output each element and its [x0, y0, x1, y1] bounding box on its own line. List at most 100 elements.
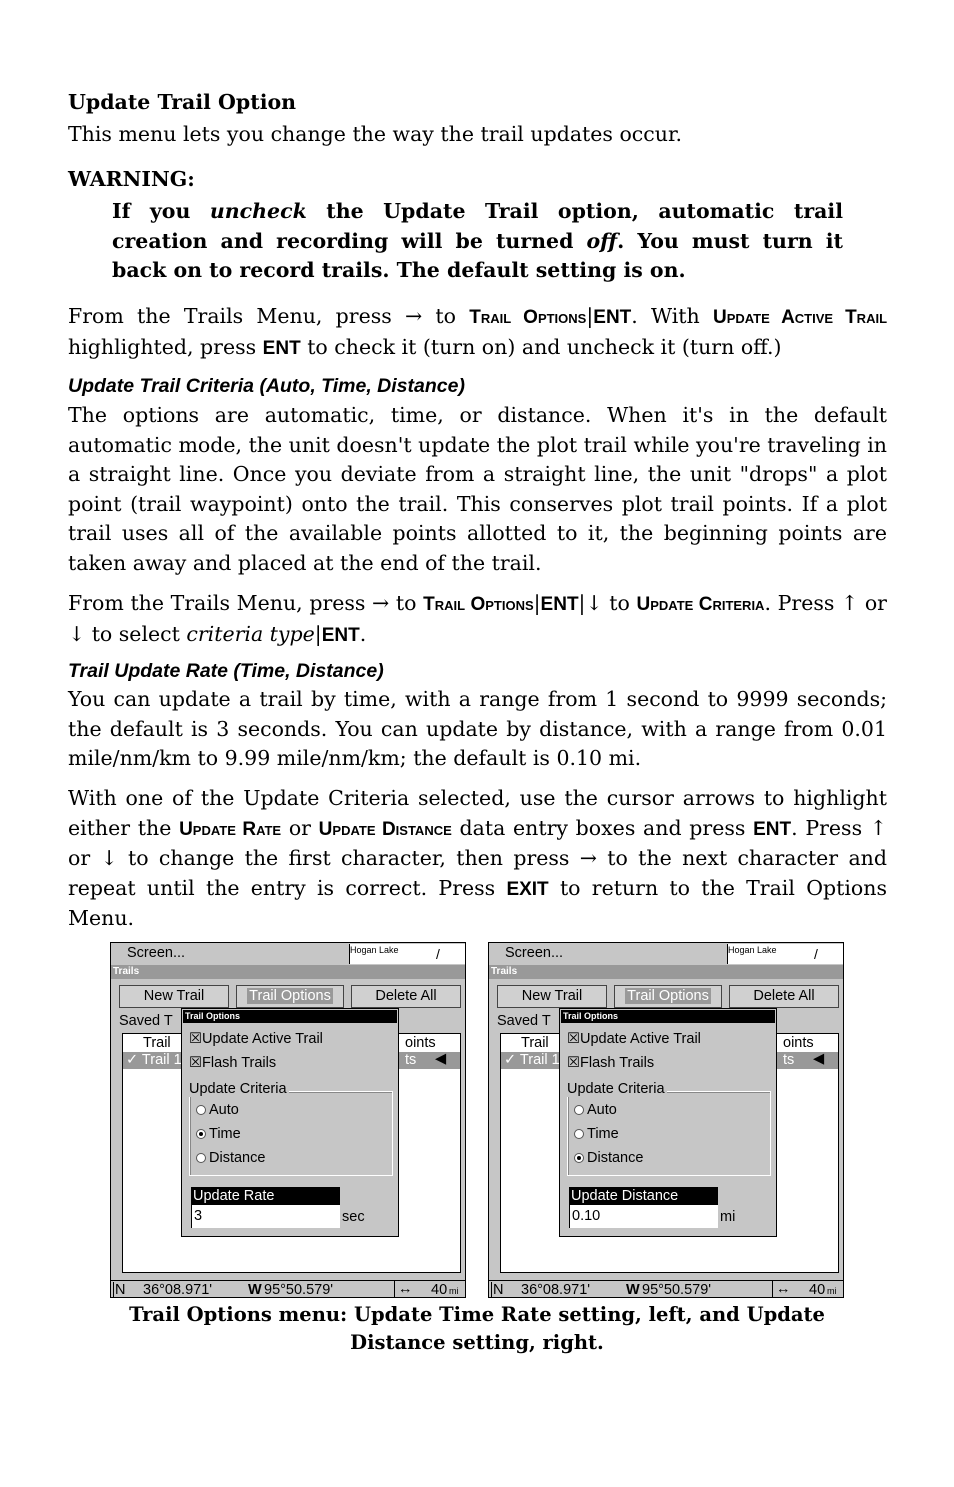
- radio-label: Time: [209, 1126, 241, 1142]
- list-item-points: ts: [783, 1052, 795, 1068]
- update-value-input[interactable]: 3: [191, 1205, 340, 1228]
- map-label: Hogan Lake: [350, 945, 399, 955]
- text: to check it (turn on) and uncheck it (tu…: [300, 334, 782, 359]
- key-ref: ENT: [753, 818, 792, 840]
- figure-caption: Trail Options menu: Update Time Rate set…: [129, 1303, 825, 1354]
- key-ref: ENT: [593, 307, 632, 328]
- checkbox-label: Update Active Trail: [580, 1031, 701, 1047]
- text-emphasis: criteria type: [186, 621, 315, 646]
- key-ref: ENT: [321, 624, 360, 646]
- text: or: [281, 815, 319, 840]
- text: .: [359, 621, 367, 646]
- update-value-input[interactable]: 0.10: [569, 1205, 718, 1228]
- menu-ref: Trail Options: [469, 307, 587, 328]
- checkbox-label: Update Active Trail: [202, 1031, 323, 1047]
- checkbox-checked-icon: ☒: [189, 1055, 202, 1071]
- radio-label: Distance: [209, 1150, 266, 1166]
- screen-menu-label: Screen...: [127, 945, 186, 961]
- update-active-trail-checkbox[interactable]: ☒Update Active Trail: [567, 1031, 701, 1047]
- key-ref: ENT: [262, 337, 301, 359]
- trail-options-label: Trail Options: [625, 988, 711, 1004]
- text: . With: [631, 304, 713, 328]
- trail-options-button[interactable]: Trail Options: [614, 985, 722, 1008]
- separator: |: [533, 591, 541, 615]
- trail-options-popup: Trail Options ☒Update Active Trail ☒Flas…: [559, 1008, 777, 1237]
- arrow-left-icon: ◀: [813, 1051, 825, 1067]
- radio-distance[interactable]: Distance: [196, 1149, 265, 1167]
- map-line-icon: /: [814, 946, 818, 962]
- list-item[interactable]: Trail: [521, 1035, 549, 1051]
- flash-trails-checkbox[interactable]: ☒Flash Trails: [189, 1055, 276, 1071]
- trails-title-bar: Trails: [111, 965, 465, 979]
- longitude: 95°50.579': [264, 1282, 334, 1298]
- text: If you: [112, 199, 210, 223]
- lon-hemisphere: W: [248, 1282, 262, 1298]
- list-item[interactable]: Trail: [143, 1035, 171, 1051]
- checkbox-checked-icon: ☒: [189, 1031, 202, 1047]
- radio-checked-icon: [574, 1153, 584, 1163]
- delete-all-button[interactable]: Delete All: [729, 985, 839, 1008]
- new-trail-button[interactable]: New Trail: [119, 985, 229, 1008]
- saved-trails-label: Saved T: [497, 1013, 551, 1029]
- update-active-trail-checkbox[interactable]: ☒Update Active Trail: [189, 1031, 323, 1047]
- checkbox-checked-icon: ☒: [567, 1055, 580, 1071]
- radio-label: Distance: [587, 1150, 644, 1166]
- unit-label: mi: [720, 1209, 736, 1225]
- status-bar: N 36°08.971' W 95°50.579' ↔ 40 mi: [111, 1280, 465, 1298]
- screen-menu-label: Screen...: [505, 945, 564, 961]
- popup-title: Trail Options: [561, 1010, 775, 1023]
- criteria-group-label: Update Criteria: [189, 1081, 289, 1097]
- list-item-points: oints: [405, 1035, 436, 1051]
- radio-auto[interactable]: Auto: [196, 1101, 239, 1119]
- screen-menu[interactable]: Screen...: [111, 943, 349, 965]
- field-label: Update Rate: [191, 1187, 340, 1205]
- warning-text: If you uncheck the Update Trail option, …: [112, 197, 843, 286]
- radio-label: Auto: [209, 1102, 239, 1118]
- radio-label: Auto: [587, 1102, 617, 1118]
- zoom-scale: 40: [809, 1282, 826, 1298]
- latitude: 36°08.971': [143, 1282, 213, 1298]
- subheading-criteria: Update Trail Criteria (Auto, Time, Dista…: [68, 375, 465, 397]
- map-label: Hogan Lake: [728, 945, 777, 955]
- screen-menu[interactable]: Screen...: [489, 943, 727, 965]
- text: data entry boxes and press: [451, 815, 754, 840]
- range-arrows-icon: ↔: [394, 1281, 413, 1297]
- key-ref: ENT: [540, 594, 579, 615]
- key-ref: EXIT: [506, 878, 549, 900]
- radio-auto[interactable]: Auto: [574, 1101, 617, 1119]
- text: |↓ to: [578, 591, 637, 615]
- radio-unchecked-icon: [574, 1105, 584, 1115]
- radio-time[interactable]: Time: [574, 1125, 619, 1143]
- popup-title: Trail Options: [183, 1010, 397, 1023]
- map-line-icon: /: [436, 946, 440, 962]
- radio-unchecked-icon: [574, 1129, 584, 1139]
- zoom-scale: 40: [431, 1282, 448, 1298]
- latitude: 36°08.971': [521, 1282, 591, 1298]
- text: From the Trails Menu, press → to: [68, 591, 424, 615]
- text: highlighted, press: [68, 334, 263, 359]
- map-inset: Hogan Lake /: [727, 944, 843, 964]
- range-arrows-icon: ↔: [772, 1281, 791, 1297]
- subheading-rate: Trail Update Rate (Time, Distance): [68, 660, 384, 682]
- menu-ref: Update Criteria: [636, 594, 765, 615]
- trails-title-bar: Trails: [489, 965, 843, 979]
- field-label: Update Distance: [569, 1187, 718, 1205]
- menu-ref: Trail Options: [423, 594, 534, 615]
- list-item-label: ✓ Trail 1: [126, 1052, 182, 1068]
- separator: |: [314, 621, 322, 646]
- arrow-left-icon: ◀: [435, 1051, 447, 1067]
- device-screenshot: Screen... Hogan Lake / Trails New Trail T…: [488, 942, 844, 1298]
- trail-options-button[interactable]: Trail Options: [236, 985, 344, 1008]
- criteria-group-label: Update Criteria: [567, 1081, 667, 1097]
- radio-time[interactable]: Time: [196, 1125, 241, 1143]
- delete-all-button[interactable]: Delete All: [351, 985, 461, 1008]
- paragraph-entry: With one of the Update Criteria selected…: [68, 784, 887, 934]
- lon-hemisphere: W: [626, 1282, 640, 1298]
- paragraph-criteria-nav: From the Trails Menu, press → to Trail O…: [68, 589, 887, 650]
- flash-trails-checkbox[interactable]: ☒Flash Trails: [567, 1055, 654, 1071]
- checkbox-label: Flash Trails: [202, 1055, 277, 1071]
- trail-options-label: Trail Options: [247, 988, 333, 1004]
- radio-distance[interactable]: Distance: [574, 1149, 643, 1167]
- warning-label: WARNING:: [68, 167, 195, 191]
- new-trail-button[interactable]: New Trail: [497, 985, 607, 1008]
